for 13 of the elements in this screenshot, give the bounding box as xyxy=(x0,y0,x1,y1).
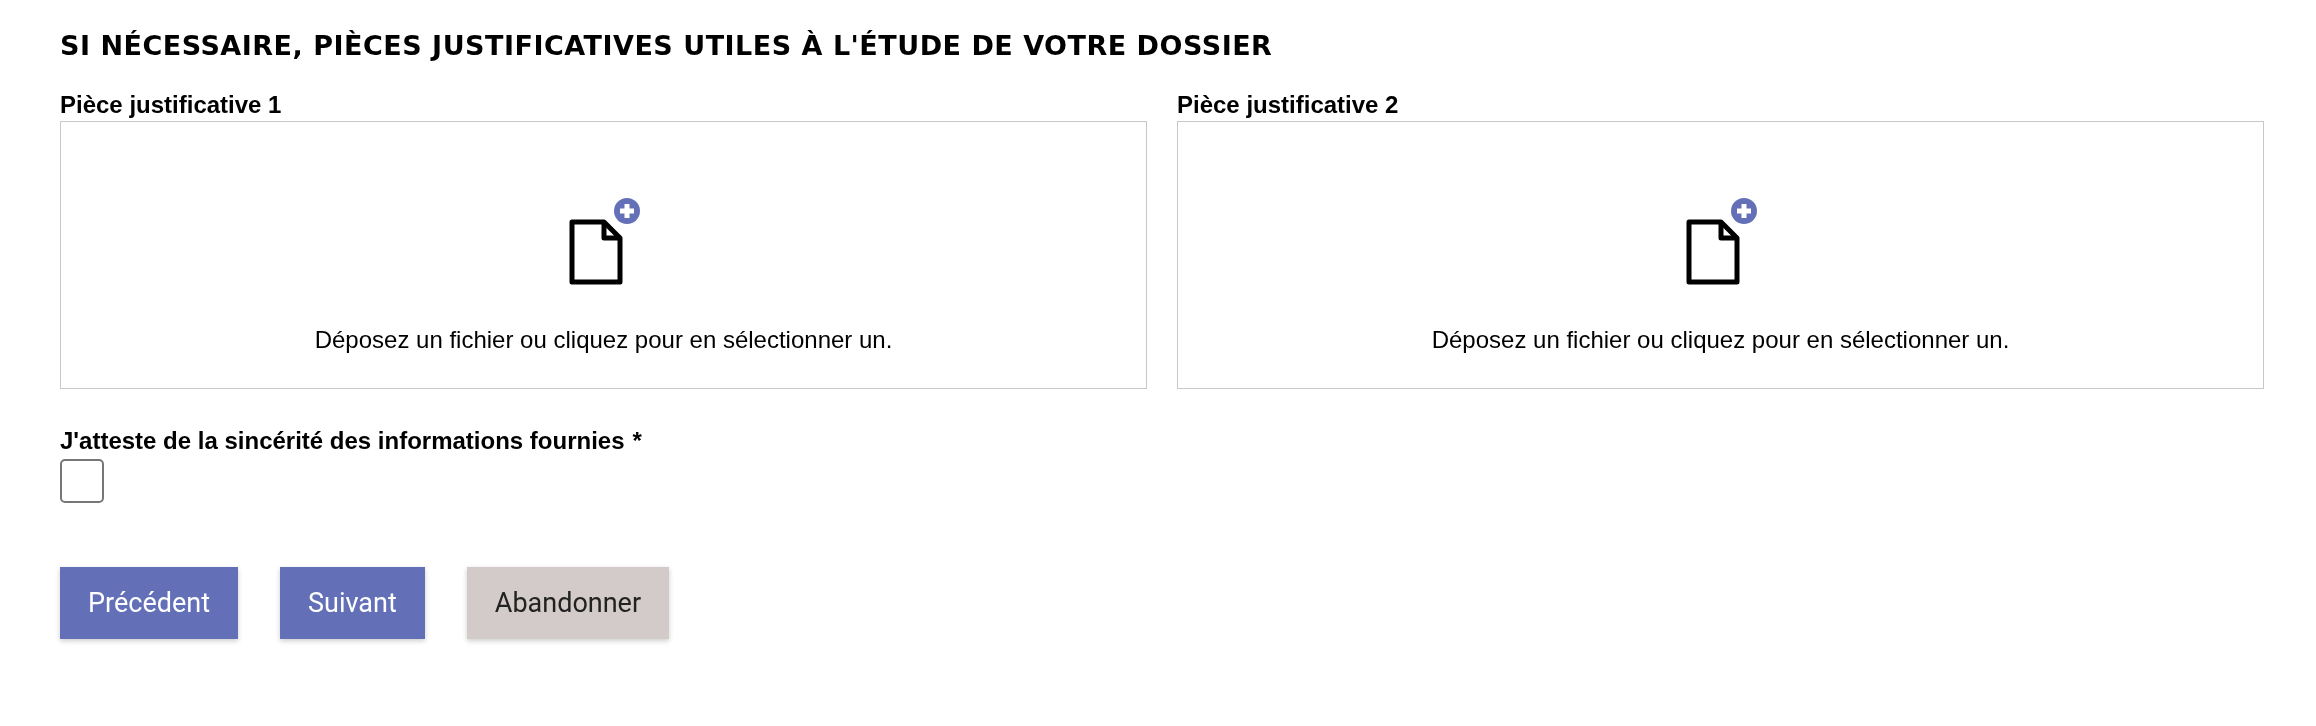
checkbox-label: J'atteste de la sincérité des informations fournies xyxy=(60,427,625,455)
field-label: Pièce justificative 2 xyxy=(1177,91,1400,119)
section-title: SI NÉCESSAIRE, PIÈCES JUSTIFICATIVES UTILES À L'ÉTUDE DE VOTRE DOSSIER xyxy=(60,30,1274,61)
cancel-button[interactable]: Abandonner xyxy=(466,567,670,639)
drop-hint: Déposez un fichier ou cliquez pour en sélectionner un. xyxy=(314,326,893,354)
file-drop-zone[interactable]: Déposez un fichier ou cliquez pour en sélectionner un. xyxy=(60,121,1147,389)
checkbox[interactable] xyxy=(60,459,104,503)
file-drop-zone[interactable]: Déposez un fichier ou cliquez pour en sélectionner un. xyxy=(1177,121,2264,389)
nav-button[interactable]: Suivant xyxy=(280,567,425,639)
required-mark: * xyxy=(632,427,642,455)
nav-button[interactable]: Précédent xyxy=(60,567,238,639)
drop-hint: Déposez un fichier ou cliquez pour en sélectionner un. xyxy=(1431,326,2010,354)
field-label: Pièce justificative 1 xyxy=(60,91,283,119)
